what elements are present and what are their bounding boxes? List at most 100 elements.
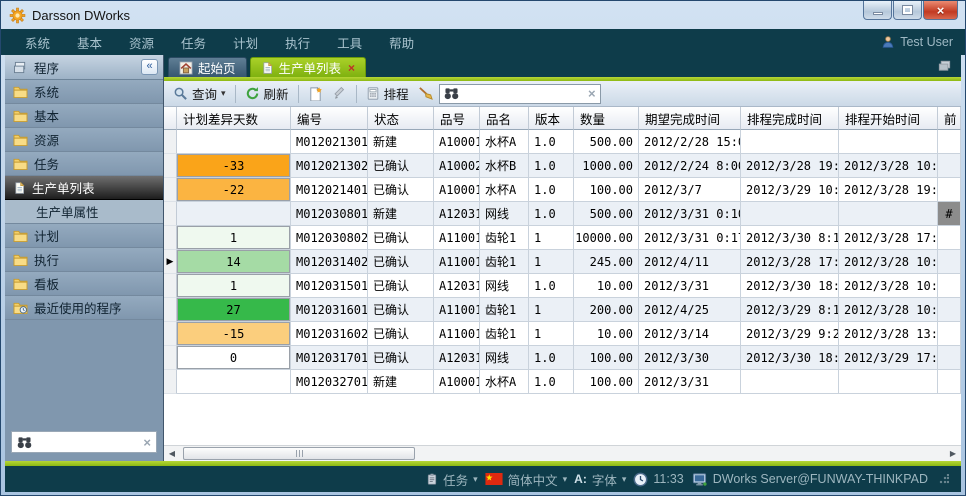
- row-selector[interactable]: [164, 298, 177, 322]
- maximize-button[interactable]: [893, 1, 922, 20]
- row-selector[interactable]: [164, 346, 177, 370]
- calculator-icon: [366, 86, 380, 101]
- current-row-indicator[interactable]: ▶: [164, 250, 177, 274]
- sidebar-item-9[interactable]: 最近使用的程序: [5, 296, 163, 320]
- sidebar-item-8[interactable]: 看板: [5, 272, 163, 296]
- table-row[interactable]: ▶14M012031402已确认A11001齿轮11245.002012/4/1…: [164, 250, 961, 274]
- toolbar-search-input[interactable]: [463, 86, 584, 102]
- statusbar-task-dropdown[interactable]: 任务 ▾: [426, 470, 478, 489]
- row-selector[interactable]: [164, 322, 177, 346]
- cell-item_no: A10001: [434, 130, 480, 154]
- menu-item-0[interactable]: 系统: [25, 33, 50, 52]
- schedule-button[interactable]: 排程: [363, 82, 412, 105]
- sidebar-item-6[interactable]: 计划: [5, 224, 163, 248]
- menu-item-4[interactable]: 计划: [233, 33, 258, 52]
- sidebar-collapse-button[interactable]: «: [141, 59, 158, 75]
- column-header-1[interactable]: 编号: [291, 107, 368, 130]
- menu-item-2[interactable]: 资源: [129, 33, 154, 52]
- table-row[interactable]: 27M012031601已确认A11001齿轮11200.002012/4/25…: [164, 298, 961, 322]
- tab-1[interactable]: 生产单列表×: [250, 57, 367, 77]
- row-selector[interactable]: [164, 274, 177, 298]
- sidebar-item-7[interactable]: 执行: [5, 248, 163, 272]
- column-header-9[interactable]: 排程开始时间: [839, 107, 938, 130]
- horizontal-scrollbar[interactable]: ◀ ▶: [164, 445, 961, 461]
- window-list-icon[interactable]: [936, 58, 953, 73]
- query-button[interactable]: 查询 ▾: [170, 82, 229, 105]
- sidebar-item-0[interactable]: 系统: [5, 80, 163, 104]
- sidebar-item-4[interactable]: 生产单列表: [5, 176, 163, 200]
- cell-overflow: [938, 322, 961, 346]
- cell-status: 已确认: [368, 178, 434, 202]
- scroll-right-icon[interactable]: ▶: [945, 446, 961, 461]
- cell-status: 已确认: [368, 226, 434, 250]
- current-user[interactable]: Test User: [881, 35, 953, 49]
- statusbar-font-dropdown[interactable]: A: 字体 ▾: [574, 470, 626, 489]
- column-header-8[interactable]: 排程完成时间: [741, 107, 839, 130]
- statusbar-language-dropdown[interactable]: 简体中文 ▾: [485, 470, 568, 489]
- sidebar-item-2[interactable]: 资源: [5, 128, 163, 152]
- row-selector[interactable]: [164, 130, 177, 154]
- tab-0[interactable]: 起始页: [168, 57, 247, 77]
- menu-item-7[interactable]: 帮助: [389, 33, 414, 52]
- column-header-5[interactable]: 版本: [529, 107, 574, 130]
- column-header-7[interactable]: 期望完成时间: [639, 107, 741, 130]
- sidebar-search-clear-icon[interactable]: ×: [143, 435, 151, 450]
- cell-overflow: [938, 346, 961, 370]
- statusbar-clock: 11:33: [633, 472, 683, 487]
- sidebar-empty-area: [5, 320, 163, 431]
- cell-version: 1.0: [529, 346, 574, 370]
- sidebar-item-label: 计划: [34, 226, 59, 245]
- menu-item-3[interactable]: 任务: [181, 33, 206, 52]
- toolbar-search-clear-icon[interactable]: ×: [588, 86, 596, 101]
- column-header-6[interactable]: 数量: [574, 107, 639, 130]
- menu-item-5[interactable]: 执行: [285, 33, 310, 52]
- row-selector[interactable]: [164, 202, 177, 226]
- user-name: Test User: [900, 35, 953, 49]
- sidebar-item-5[interactable]: 生产单属性: [5, 200, 163, 224]
- query-dropdown-caret-icon[interactable]: ▾: [221, 88, 226, 99]
- cell-item_no: A11001: [434, 298, 480, 322]
- column-header-overflow[interactable]: 前: [938, 107, 961, 130]
- close-button[interactable]: ×: [923, 1, 958, 20]
- column-header-4[interactable]: 品名: [480, 107, 529, 130]
- minimize-button[interactable]: [863, 1, 892, 20]
- table-row[interactable]: 1M012031501已确认A12031网线1.010.002012/3/312…: [164, 274, 961, 298]
- resize-grip[interactable]: [939, 474, 949, 484]
- sidebar-item-1[interactable]: 基本: [5, 104, 163, 128]
- menu-item-1[interactable]: 基本: [77, 33, 102, 52]
- sidebar-item-3[interactable]: 任务: [5, 152, 163, 176]
- clear-schedule-button[interactable]: [415, 84, 436, 103]
- table-row[interactable]: M012021301新建A10001水杯A1.0500.002012/2/28 …: [164, 130, 961, 154]
- row-selector[interactable]: [164, 370, 177, 394]
- table-row[interactable]: -22M012021401已确认A10001水杯A1.0100.002012/3…: [164, 178, 961, 202]
- cell-item_name: 水杯A: [480, 370, 529, 394]
- row-selector[interactable]: [164, 154, 177, 178]
- edit-button[interactable]: [329, 84, 350, 103]
- table-row[interactable]: 1M012030802已确认A11001齿轮1110000.002012/3/3…: [164, 226, 961, 250]
- menu-item-6[interactable]: 工具: [337, 33, 362, 52]
- tab-close-icon[interactable]: ×: [348, 61, 355, 75]
- refresh-button[interactable]: 刷新: [242, 82, 292, 105]
- column-header-2[interactable]: 状态: [368, 107, 434, 130]
- cell-item_name: 齿轮1: [480, 322, 529, 346]
- row-selector[interactable]: [164, 178, 177, 202]
- table-row[interactable]: 0M012031701已确认A12031网线1.0100.002012/3/30…: [164, 346, 961, 370]
- table-row[interactable]: M012032701新建A10001水杯A1.0100.002012/3/31: [164, 370, 961, 394]
- table-row[interactable]: -33M012021302已确认A10002水杯B1.01000.002012/…: [164, 154, 961, 178]
- cell-version: 1.0: [529, 274, 574, 298]
- sidebar-search-input[interactable]: [37, 434, 138, 450]
- scrollbar-thumb[interactable]: [183, 447, 415, 460]
- table-row[interactable]: M012030801新建A12031网线1.0500.002012/3/31 0…: [164, 202, 961, 226]
- cell-qty: 245.00: [574, 250, 639, 274]
- cell-status: 已确认: [368, 274, 434, 298]
- column-header-3[interactable]: 品号: [434, 107, 480, 130]
- column-header-0[interactable]: 计划差异天数: [177, 107, 291, 130]
- row-selector[interactable]: [164, 226, 177, 250]
- new-button[interactable]: [305, 84, 326, 103]
- home-icon: [179, 61, 193, 75]
- sidebar-item-label: 最近使用的程序: [34, 298, 122, 317]
- table-row[interactable]: -15M012031602已确认A11001齿轮1110.002012/3/14…: [164, 322, 961, 346]
- sidebar-item-label: 执行: [34, 250, 59, 269]
- folder-clock-icon: [13, 301, 28, 314]
- scroll-left-icon[interactable]: ◀: [164, 446, 180, 461]
